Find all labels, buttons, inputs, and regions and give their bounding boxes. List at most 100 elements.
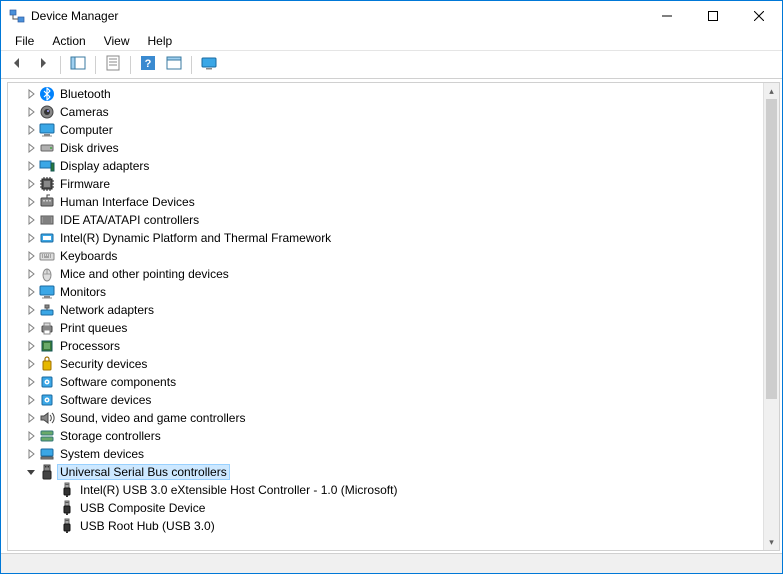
- tree-node-software-devices[interactable]: Software devices: [8, 391, 763, 409]
- tree-node-cameras[interactable]: Cameras: [8, 103, 763, 121]
- statusbar: [1, 553, 782, 573]
- scroll-up-button[interactable]: ▴: [764, 83, 779, 99]
- camera-icon: [39, 104, 55, 120]
- tree-node-firmware[interactable]: Firmware: [8, 175, 763, 193]
- tree-node-security-devices[interactable]: Security devices: [8, 355, 763, 373]
- tree-node-label: USB Root Hub (USB 3.0): [78, 519, 217, 533]
- tree-node-keyboards[interactable]: Keyboards: [8, 247, 763, 265]
- vertical-scrollbar[interactable]: ▴ ▾: [763, 83, 779, 550]
- tree-node-universal-serial-bus-controllers[interactable]: Universal Serial Bus controllers: [8, 463, 763, 481]
- chevron-right-icon[interactable]: [24, 123, 38, 137]
- maximize-button[interactable]: [690, 1, 736, 31]
- chevron-right-icon[interactable]: [24, 429, 38, 443]
- chip-icon: [39, 176, 55, 192]
- tree-node-disk-drives[interactable]: Disk drives: [8, 139, 763, 157]
- chevron-right-icon[interactable]: [24, 393, 38, 407]
- cpu-icon: [39, 338, 55, 354]
- tree-node-system-devices[interactable]: System devices: [8, 445, 763, 463]
- chevron-right-icon[interactable]: [24, 285, 38, 299]
- tree-node-storage-controllers[interactable]: Storage controllers: [8, 427, 763, 445]
- tree-node-label: Intel(R) Dynamic Platform and Thermal Fr…: [58, 231, 333, 245]
- scroll-down-button[interactable]: ▾: [764, 534, 779, 550]
- usb-icon: [39, 464, 55, 480]
- menu-view[interactable]: View: [96, 33, 138, 49]
- chevron-right-icon[interactable]: [24, 357, 38, 371]
- menu-file[interactable]: File: [7, 33, 42, 49]
- help-icon: ?: [140, 55, 156, 74]
- scroll-track[interactable]: [764, 99, 779, 534]
- close-button[interactable]: [736, 1, 782, 31]
- tree-node-label: Software devices: [58, 393, 153, 407]
- chevron-right-icon[interactable]: [24, 249, 38, 263]
- tree-node-label: Network adapters: [58, 303, 156, 317]
- back-button[interactable]: [5, 54, 29, 76]
- menu-action[interactable]: Action: [44, 33, 93, 49]
- tree-node-usb-composite-device[interactable]: USB Composite Device: [8, 499, 763, 517]
- tree-node-usb-root-hub-usb-3-0[interactable]: USB Root Hub (USB 3.0): [8, 517, 763, 535]
- chevron-right-icon[interactable]: [24, 375, 38, 389]
- tree-node-label: Software components: [58, 375, 178, 389]
- chevron-right-icon[interactable]: [24, 159, 38, 173]
- panel-icon: [70, 55, 86, 74]
- forward-button[interactable]: [31, 54, 55, 76]
- display-adapter-icon: [39, 158, 55, 174]
- tree-node-print-queues[interactable]: Print queues: [8, 319, 763, 337]
- chevron-right-icon[interactable]: [24, 339, 38, 353]
- tree-node-software-components[interactable]: Software components: [8, 373, 763, 391]
- tree-node-label: Human Interface Devices: [58, 195, 197, 209]
- tree-node-computer[interactable]: Computer: [8, 121, 763, 139]
- tree-node-mice-and-other-pointing-devices[interactable]: Mice and other pointing devices: [8, 265, 763, 283]
- tree-node-intel-r-dynamic-platform-and-thermal-framework[interactable]: Intel(R) Dynamic Platform and Thermal Fr…: [8, 229, 763, 247]
- chevron-right-icon[interactable]: [24, 447, 38, 461]
- expander-placeholder: [44, 501, 58, 515]
- help-button[interactable]: ?: [136, 54, 160, 76]
- usb-plug-icon: [59, 518, 75, 534]
- svg-text:?: ?: [145, 58, 152, 70]
- show-hidden-button[interactable]: [162, 54, 186, 76]
- chevron-right-icon[interactable]: [24, 213, 38, 227]
- menu-help[interactable]: Help: [140, 33, 181, 49]
- tree-node-bluetooth[interactable]: Bluetooth: [8, 85, 763, 103]
- software-icon: [39, 392, 55, 408]
- tree-node-monitors[interactable]: Monitors: [8, 283, 763, 301]
- storage-icon: [39, 428, 55, 444]
- show-hide-tree-button[interactable]: [66, 54, 90, 76]
- network-icon: [39, 302, 55, 318]
- device-tree[interactable]: BluetoothCameras Computer Disk drives Displ…: [8, 83, 763, 550]
- tree-node-human-interface-devices[interactable]: Human Interface Devices: [8, 193, 763, 211]
- toolbar: ?: [1, 51, 782, 79]
- tree-node-processors[interactable]: Processors: [8, 337, 763, 355]
- properties-button[interactable]: [101, 54, 125, 76]
- scroll-thumb[interactable]: [766, 99, 777, 399]
- bluetooth-icon: [39, 86, 55, 102]
- tree-node-sound-video-and-game-controllers[interactable]: Sound, video and game controllers: [8, 409, 763, 427]
- chevron-right-icon[interactable]: [24, 177, 38, 191]
- intel-icon: [39, 230, 55, 246]
- chevron-right-icon[interactable]: [24, 87, 38, 101]
- mouse-icon: [39, 266, 55, 282]
- minimize-button[interactable]: [644, 1, 690, 31]
- tree-node-intel-r-usb-3-0-extensible-host-controller-1-0-microsoft[interactable]: Intel(R) USB 3.0 eXtensible Host Control…: [8, 481, 763, 499]
- tree-node-network-adapters[interactable]: Network adapters: [8, 301, 763, 319]
- chevron-right-icon[interactable]: [24, 141, 38, 155]
- monitor-icon: [39, 284, 55, 300]
- tree-node-label: Computer: [58, 123, 115, 137]
- chevron-right-icon[interactable]: [24, 105, 38, 119]
- chevron-right-icon[interactable]: [24, 267, 38, 281]
- chevron-right-icon[interactable]: [24, 195, 38, 209]
- show-hidden-icon: [166, 55, 182, 74]
- tree-node-ide-ata-atapi-controllers[interactable]: IDE ATA/ATAPI controllers: [8, 211, 763, 229]
- properties-icon: [105, 55, 121, 74]
- chevron-right-icon[interactable]: [24, 303, 38, 317]
- tree-node-label: Display adapters: [58, 159, 151, 173]
- sound-icon: [39, 410, 55, 426]
- chevron-right-icon[interactable]: [24, 411, 38, 425]
- tree-node-label: Storage controllers: [58, 429, 163, 443]
- chevron-right-icon[interactable]: [24, 231, 38, 245]
- arrow-left-icon: [9, 55, 25, 74]
- expander-placeholder: [44, 483, 58, 497]
- tree-node-display-adapters[interactable]: Display adapters: [8, 157, 763, 175]
- chevron-right-icon[interactable]: [24, 321, 38, 335]
- chevron-down-icon[interactable]: [24, 465, 38, 479]
- scan-button[interactable]: [197, 54, 221, 76]
